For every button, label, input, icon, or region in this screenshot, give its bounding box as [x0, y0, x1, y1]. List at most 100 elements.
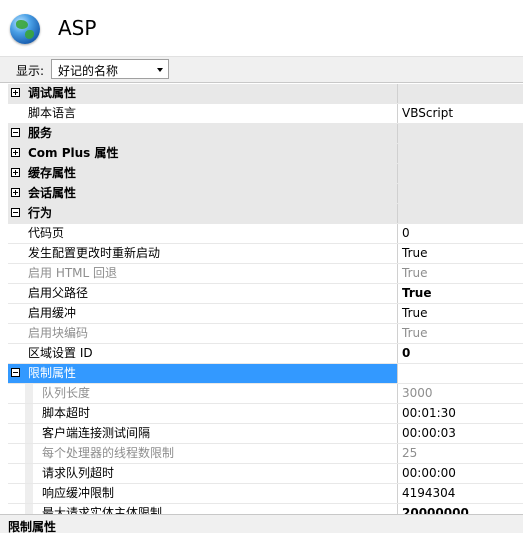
property-name-cell[interactable]: 脚本超时	[8, 404, 398, 423]
property-row[interactable]: 启用块编码 True	[8, 324, 523, 344]
category-row[interactable]: Com Plus 属性	[8, 144, 523, 164]
property-name-cell[interactable]: 限制属性	[8, 364, 398, 383]
property-name: 脚本语言	[28, 106, 77, 120]
property-value: 25	[402, 446, 418, 460]
collapse-icon[interactable]	[11, 368, 20, 377]
property-grid: 调试属性 脚本语言 VBScript 服务 Com Plus 属性 缓存属性 会话属性 行为代…	[8, 84, 523, 524]
property-value: VBScript	[402, 106, 454, 120]
property-value: True	[402, 246, 428, 260]
property-name-cell[interactable]: 代码页	[8, 224, 398, 243]
property-name: 调试属性	[28, 86, 77, 100]
property-name-cell[interactable]: 启用父路径	[8, 284, 398, 303]
property-name-cell[interactable]: 启用块编码	[8, 324, 398, 343]
property-row[interactable]: 启用缓冲 True	[8, 304, 523, 324]
property-value: True	[402, 326, 428, 340]
property-name: 发生配置更改时重新启动	[28, 246, 161, 260]
category-row[interactable]: 限制属性	[8, 364, 523, 384]
expand-icon[interactable]	[11, 168, 20, 177]
property-value-cell[interactable]: VBScript	[398, 104, 523, 123]
property-name-cell[interactable]: 队列长度	[8, 384, 398, 403]
collapse-icon[interactable]	[11, 128, 20, 137]
property-name: 脚本超时	[42, 406, 91, 420]
indent-margin	[25, 464, 33, 483]
indent-margin	[25, 424, 33, 443]
property-name-cell[interactable]: 会话属性	[8, 184, 398, 203]
property-value-cell[interactable]: True	[398, 264, 523, 283]
property-value-cell[interactable]: 0	[398, 344, 523, 363]
indent-margin	[25, 444, 33, 463]
expand-icon[interactable]	[11, 188, 20, 197]
collapse-icon[interactable]	[11, 208, 20, 217]
property-value-cell[interactable]: 00:01:30	[398, 404, 523, 423]
expand-icon[interactable]	[11, 88, 20, 97]
property-name-cell[interactable]: 启用缓冲	[8, 304, 398, 323]
property-value: 00:00:00	[402, 466, 456, 480]
property-value-cell[interactable]: 0	[398, 224, 523, 243]
property-name: 缓存属性	[28, 166, 77, 180]
property-value-cell[interactable]: 00:00:00	[398, 464, 523, 483]
property-value-cell[interactable]: 00:00:03	[398, 424, 523, 443]
property-row[interactable]: 脚本语言 VBScript	[8, 104, 523, 124]
property-name-cell[interactable]: 行为	[8, 204, 398, 223]
property-name: 启用块编码	[28, 326, 89, 340]
property-name-cell[interactable]: 区域设置 ID	[8, 344, 398, 363]
property-name-cell[interactable]: 请求队列超时	[8, 464, 398, 483]
property-value-cell[interactable]: True	[398, 284, 523, 303]
property-row[interactable]: 启用父路径 True	[8, 284, 523, 304]
property-name-cell[interactable]: 发生配置更改时重新启动	[8, 244, 398, 263]
property-row[interactable]: 发生配置更改时重新启动 True	[8, 244, 523, 264]
property-name-cell[interactable]: 启用 HTML 回退	[8, 264, 398, 283]
globe-icon	[10, 14, 40, 44]
property-value-cell[interactable]: 25	[398, 444, 523, 463]
category-row[interactable]: 会话属性	[8, 184, 523, 204]
category-row[interactable]: 调试属性	[8, 84, 523, 104]
property-row[interactable]: 区域设置 ID 0	[8, 344, 523, 364]
property-name-cell[interactable]: 每个处理器的线程数限制	[8, 444, 398, 463]
indent-margin	[25, 484, 33, 503]
property-value-cell[interactable]: True	[398, 304, 523, 323]
property-name-cell[interactable]: 服务	[8, 124, 398, 143]
property-value: 4194304	[402, 486, 456, 500]
property-value-cell[interactable]: 4194304	[398, 484, 523, 503]
property-value-cell	[398, 204, 523, 223]
property-row[interactable]: 请求队列超时 00:00:00	[8, 464, 523, 484]
property-row[interactable]: 客户端连接测试间隔 00:00:03	[8, 424, 523, 444]
property-value-cell[interactable]: True	[398, 324, 523, 343]
category-row[interactable]: 行为	[8, 204, 523, 224]
property-value-cell[interactable]: True	[398, 244, 523, 263]
property-name: 响应缓冲限制	[42, 486, 115, 500]
property-name: 限制属性	[28, 366, 77, 380]
property-name-cell[interactable]: 客户端连接测试间隔	[8, 424, 398, 443]
property-value: 0	[402, 346, 411, 360]
property-row[interactable]: 响应缓冲限制 4194304	[8, 484, 523, 504]
expand-icon[interactable]	[11, 148, 20, 157]
property-name-cell[interactable]: 响应缓冲限制	[8, 484, 398, 503]
property-name: 区域设置 ID	[28, 346, 93, 360]
property-name: Com Plus 属性	[28, 146, 119, 160]
property-value-cell	[398, 124, 523, 143]
property-row[interactable]: 代码页 0	[8, 224, 523, 244]
property-name: 会话属性	[28, 186, 77, 200]
property-value-cell	[398, 84, 523, 103]
property-row[interactable]: 启用 HTML 回退 True	[8, 264, 523, 284]
property-value-cell	[398, 184, 523, 203]
category-row[interactable]: 缓存属性	[8, 164, 523, 184]
property-value: 0	[402, 226, 410, 240]
property-value: 3000	[402, 386, 433, 400]
property-row[interactable]: 每个处理器的线程数限制 25	[8, 444, 523, 464]
property-name: 启用缓冲	[28, 306, 77, 320]
display-mode-dropdown[interactable]: 好记的名称	[51, 59, 169, 79]
property-name: 代码页	[28, 226, 65, 240]
property-name-cell[interactable]: 缓存属性	[8, 164, 398, 183]
property-row[interactable]: 队列长度 3000	[8, 384, 523, 404]
property-value: True	[402, 266, 428, 280]
property-name-cell[interactable]: 脚本语言	[8, 104, 398, 123]
category-row[interactable]: 服务	[8, 124, 523, 144]
property-name: 启用 HTML 回退	[28, 266, 118, 280]
header: ASP	[0, 0, 523, 56]
toolbar: 显示: 好记的名称	[0, 56, 523, 83]
property-row[interactable]: 脚本超时 00:01:30	[8, 404, 523, 424]
property-value-cell[interactable]: 3000	[398, 384, 523, 403]
property-name-cell[interactable]: 调试属性	[8, 84, 398, 103]
property-name-cell[interactable]: Com Plus 属性	[8, 144, 398, 163]
